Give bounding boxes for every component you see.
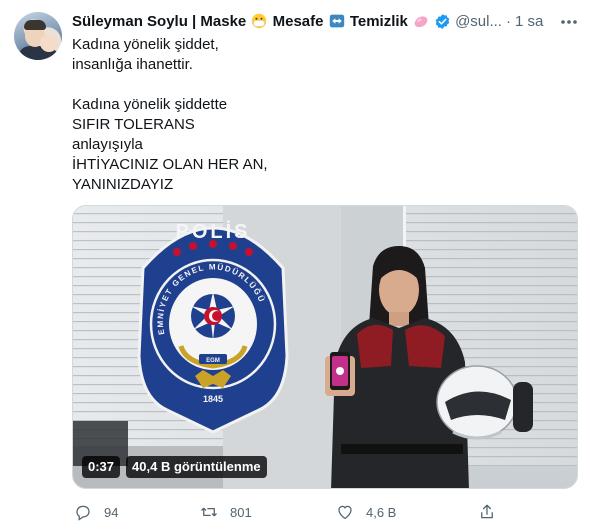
reply-button[interactable]: 94 bbox=[74, 500, 118, 524]
tweet-text-line: insanlığa ihanettir. bbox=[72, 56, 193, 73]
author-name-part: Mesafe bbox=[272, 12, 324, 30]
tweet-text: Kadına yönelik şiddet, insanlığa ihanett… bbox=[72, 35, 572, 195]
author-name-part: Süleyman Soylu | Maske bbox=[72, 12, 247, 30]
video-duration: 0:37 bbox=[82, 456, 121, 478]
tweet-header: Süleyman Soylu | Maske Mesafe Temizlik @… bbox=[72, 10, 543, 32]
soap-emoji-icon bbox=[414, 15, 428, 27]
arrows-emoji-icon bbox=[329, 14, 344, 27]
tweet-text-line: Kadına yönelik şiddette bbox=[72, 96, 228, 113]
retweet-button[interactable]: 801 bbox=[200, 500, 252, 524]
share-icon bbox=[481, 504, 493, 519]
badge-egm: EGM bbox=[206, 358, 220, 364]
tweet-actions: 94 801 4,6 B bbox=[72, 500, 578, 524]
author-name-part: Temizlik bbox=[349, 12, 408, 30]
badge-year: 1845 bbox=[203, 394, 223, 404]
verified-badge-icon bbox=[435, 13, 450, 29]
retweet-icon bbox=[201, 507, 217, 517]
tweet-time[interactable]: 1 sa bbox=[515, 13, 543, 30]
reply-icon bbox=[76, 505, 90, 521]
reply-count: 94 bbox=[104, 504, 119, 520]
share-button[interactable] bbox=[478, 500, 508, 524]
badge-title: POLİS bbox=[175, 220, 250, 243]
like-button[interactable]: 4,6 B bbox=[336, 500, 396, 524]
retweet-count: 801 bbox=[230, 504, 252, 520]
police-badge: 1845 EGM POLİS EMNİYET GENEL MÜDÜRLÜĞÜ bbox=[137, 220, 289, 434]
video-views: 40,4 B görüntülenme bbox=[126, 456, 267, 478]
video-frame[interactable]: 1845 EGM POLİS EMNİYET GENEL MÜDÜRLÜĞÜ bbox=[73, 206, 578, 489]
tweet[interactable]: Süleyman Soylu | Maske Mesafe Temizlik @… bbox=[0, 0, 590, 529]
video-player[interactable]: 1845 EGM POLİS EMNİYET GENEL MÜDÜRLÜĞÜ bbox=[72, 205, 578, 489]
separator-dot: · bbox=[505, 12, 511, 30]
author-handle[interactable]: @sul... bbox=[455, 13, 502, 30]
video-overlay: 0:37 40,4 B görüntülenme bbox=[82, 456, 267, 478]
tweet-text-line: SIFIR TOLERANS bbox=[72, 116, 195, 133]
more-icon[interactable] bbox=[558, 12, 580, 32]
tweet-text-line: YANINIZDAYIZ bbox=[72, 176, 174, 193]
tweet-text-line bbox=[72, 75, 572, 95]
author-name[interactable]: Süleyman Soylu | Maske Mesafe Temizlik bbox=[72, 13, 430, 30]
author-avatar[interactable] bbox=[14, 12, 62, 60]
like-count: 4,6 B bbox=[366, 504, 397, 520]
mask-emoji-icon bbox=[252, 13, 267, 28]
tweet-text-line: Kadına yönelik şiddet, bbox=[72, 36, 219, 53]
like-icon bbox=[338, 505, 352, 520]
tweet-text-line: anlayışıyla bbox=[72, 136, 143, 153]
tweet-text-line: İHTİYACINIZ OLAN HER AN, bbox=[72, 156, 268, 173]
